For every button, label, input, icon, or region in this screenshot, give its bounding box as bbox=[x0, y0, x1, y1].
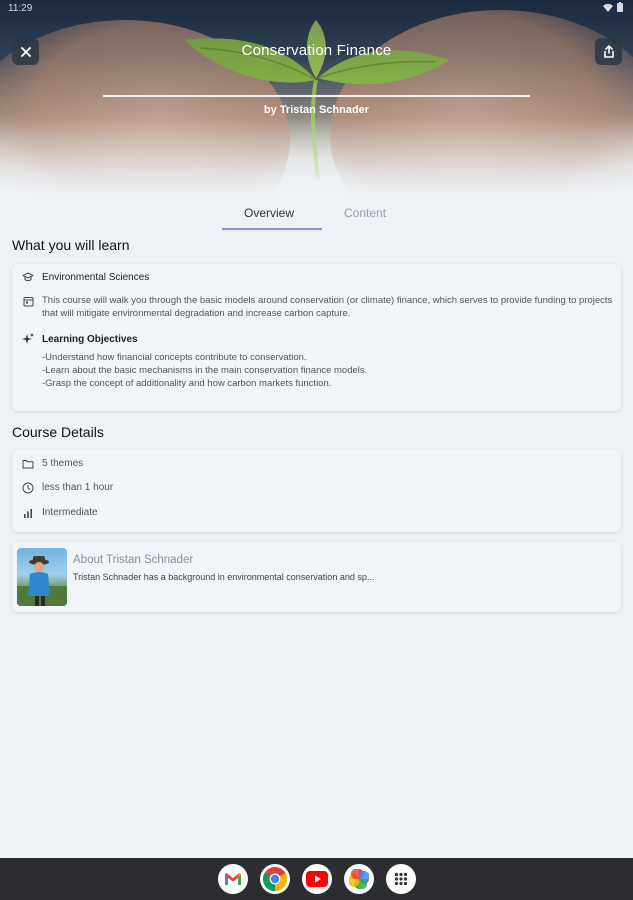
youtube-app[interactable] bbox=[302, 864, 332, 894]
status-bar: 11:29 bbox=[0, 0, 633, 18]
photos-app[interactable] bbox=[344, 864, 374, 894]
objective-item: -Learn about the basic mechanisms in the… bbox=[42, 365, 368, 376]
tab-content[interactable]: Content bbox=[344, 206, 386, 220]
photos-icon bbox=[349, 869, 369, 889]
about-author-card[interactable]: About Tristan Schnader Tristan Schnader … bbox=[12, 542, 621, 612]
folder-icon bbox=[21, 457, 35, 471]
clock-icon bbox=[21, 481, 35, 495]
bar-chart-icon bbox=[21, 506, 35, 520]
objective-item: -Understand how financial concepts contr… bbox=[42, 352, 307, 363]
hero-fade bbox=[0, 0, 633, 195]
wifi-icon bbox=[603, 3, 613, 12]
graduation-cap-icon bbox=[21, 270, 35, 284]
chrome-icon bbox=[262, 867, 288, 891]
gmail-app[interactable] bbox=[218, 864, 248, 894]
taskbar-dock bbox=[0, 858, 633, 900]
about-author-title: About Tristan Schnader bbox=[73, 554, 194, 566]
learn-card: Environmental Sciences This course will … bbox=[12, 264, 621, 411]
youtube-icon bbox=[306, 871, 328, 887]
avatar bbox=[17, 548, 67, 606]
title-divider bbox=[103, 95, 530, 97]
calendar-icon bbox=[21, 294, 35, 308]
course-header-image bbox=[0, 0, 633, 195]
details-section-title: Course Details bbox=[12, 424, 104, 440]
app-drawer-icon bbox=[394, 872, 408, 886]
chrome-app[interactable] bbox=[260, 864, 290, 894]
course-description: This course will walk you through the ba… bbox=[42, 295, 613, 319]
details-card: 5 themes less than 1 hour Intermediate bbox=[12, 450, 621, 532]
active-tab-indicator bbox=[222, 228, 322, 230]
gmail-icon bbox=[225, 873, 241, 885]
status-time: 11:29 bbox=[8, 3, 33, 14]
sparkle-icon bbox=[21, 332, 35, 346]
course-title: Conservation Finance bbox=[241, 42, 392, 59]
objective-item: -Grasp the concept of additionality and … bbox=[42, 378, 332, 389]
tab-bar: Overview Content bbox=[222, 198, 412, 232]
learn-section-title: What you will learn bbox=[12, 237, 130, 253]
subject-label: Environmental Sciences bbox=[42, 272, 150, 283]
course-author: by Tristan Schnader bbox=[263, 104, 370, 116]
tab-overview[interactable]: Overview bbox=[244, 206, 294, 220]
about-author-bio: Tristan Schnader has a background in env… bbox=[73, 572, 375, 582]
themes-count: 5 themes bbox=[42, 458, 84, 469]
battery-icon bbox=[617, 2, 623, 12]
course-level: Intermediate bbox=[42, 507, 98, 518]
course-duration: less than 1 hour bbox=[42, 482, 114, 493]
objectives-title: Learning Objectives bbox=[42, 334, 138, 345]
app-drawer[interactable] bbox=[386, 864, 416, 894]
